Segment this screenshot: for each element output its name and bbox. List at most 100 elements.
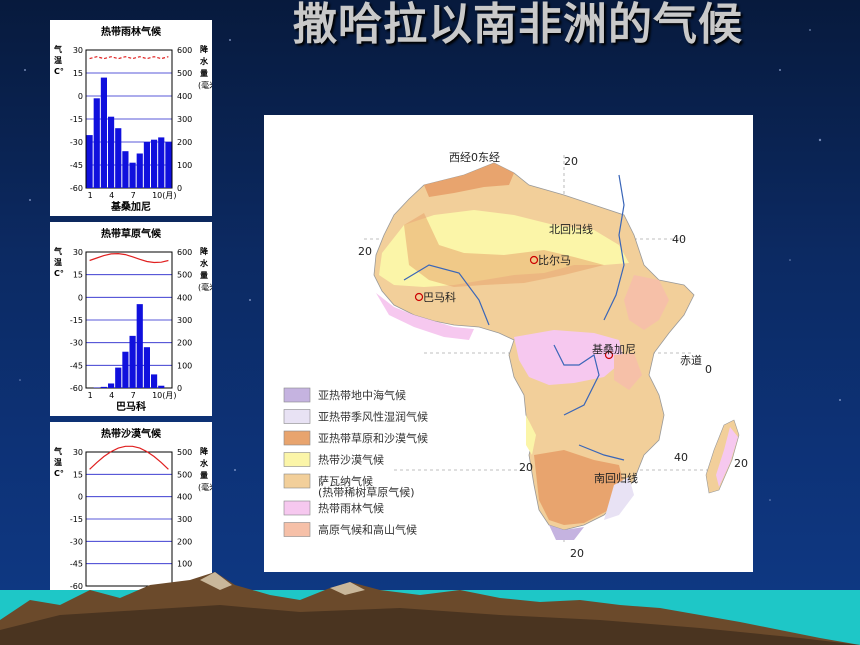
lat20-right-label: 20 [734, 457, 748, 470]
precip-bar [108, 383, 115, 388]
month-tick: 1 [88, 391, 93, 400]
right-axis-label: 水 [199, 258, 209, 268]
left-axis-label: 温 [54, 257, 62, 267]
temperature-curve [89, 56, 169, 60]
panel-title: 热带雨林气候 [101, 25, 162, 38]
temp-tick: -30 [70, 138, 83, 147]
right-unit-label: (毫米) [198, 282, 212, 292]
temperature-curve [89, 252, 169, 264]
legend-swatch [283, 452, 311, 467]
precip-tick: 500 [177, 69, 192, 78]
precip-tick: 100 [177, 161, 192, 170]
city-label-bilma: 比尔马 [538, 254, 571, 267]
temp-tick: 15 [73, 271, 83, 280]
left-axis-label: 温 [54, 457, 62, 467]
chart-svg-1: 热带草原气候气温 C° 降水量 (毫米) 30 600 15 500 0 400 -15 300 -30… [53, 227, 212, 413]
panel-caption: 巴马科 [116, 400, 146, 413]
temp-tick: -45 [70, 361, 83, 370]
temp-tick: -30 [70, 339, 83, 348]
left-axis-label: C° [54, 469, 64, 478]
precip-tick: 400 [177, 293, 192, 302]
right-axis-label: 水 [199, 458, 209, 468]
temp-tick: -30 [70, 537, 83, 546]
equator-label: 赤道 [680, 353, 702, 367]
temp-tick: -15 [70, 316, 83, 325]
temp-tick: -60 [70, 184, 83, 193]
africa-climate-map: 比尔马 巴马科 基桑加尼 西经0东经 20 北回归线 40 20 赤道 0 20… [264, 115, 753, 572]
lon40-label: 40 [672, 233, 686, 246]
precip-tick: 400 [177, 92, 192, 101]
tropic-capricorn-label: 南回归线 [594, 471, 638, 485]
precip-bar [115, 367, 122, 388]
temperature-curve [89, 445, 169, 470]
precip-tick: 100 [177, 361, 192, 370]
precip-bar [100, 77, 107, 188]
city-label-kisangani: 基桑加尼 [592, 343, 636, 356]
temp-tick: 30 [73, 248, 83, 257]
legend-label: 亚热带地中海气候 [318, 388, 406, 402]
precip-bar [136, 153, 143, 188]
precip-tick: 600 [177, 46, 192, 55]
legend-label: 亚热带季风性湿润气候 [318, 410, 428, 424]
lon20-bottom-label: 20 [570, 547, 584, 560]
right-unit-label: (毫米) [198, 482, 212, 492]
right-axis-label: 水 [199, 56, 209, 66]
panel-title: 热带草原气候 [101, 227, 162, 240]
city-label-bamako: 巴马科 [423, 290, 456, 304]
precip-tick: 200 [177, 138, 192, 147]
legend-swatch [283, 473, 311, 489]
legend-swatch [283, 522, 311, 537]
month-tick: 10(月) [152, 191, 176, 200]
right-axis-label: 降 [200, 446, 209, 456]
precip-bar [100, 386, 107, 388]
precip-bar [136, 304, 143, 388]
tropic-cancer-label: 北回归线 [549, 222, 593, 236]
map-legend: 亚热带地中海气候亚热带季风性湿润气候亚热带草原和沙漠气候热带沙漠气候萨瓦纳气候(… [283, 387, 428, 537]
left-axis-label: 气 [53, 44, 62, 54]
legend-swatch [283, 387, 311, 403]
precip-bar [115, 128, 122, 188]
temp-tick: 0 [78, 92, 83, 101]
legend-label: 亚热带草原和沙漠气候 [318, 431, 428, 445]
precip-tick: 0 [177, 184, 182, 193]
temp-tick: 0 [78, 293, 83, 302]
precip-tick: 200 [177, 537, 192, 546]
legend-label: 热带沙漠气候 [318, 453, 384, 467]
precip-bar [151, 139, 158, 188]
month-tick: 7 [131, 191, 136, 200]
month-tick: 7 [131, 391, 136, 400]
legend-label: 热带雨林气候 [318, 501, 384, 515]
precip-bar [86, 135, 93, 188]
month-tick: 4 [109, 191, 114, 200]
precip-bar [122, 351, 129, 388]
meridian-label: 西经0东经 [449, 151, 500, 164]
panel-title: 热带沙漠气候 [101, 427, 162, 440]
precip-tick: 400 [177, 493, 192, 502]
precip-bar [108, 116, 115, 188]
precip-bar [151, 374, 158, 388]
right-unit-label: (毫米) [198, 80, 212, 90]
legend-label: 高原气候和高山气候 [318, 523, 417, 537]
precip-bar [143, 347, 150, 388]
map-svg: 比尔马 巴马科 基桑加尼 西经0东经 20 北回归线 40 20 赤道 0 20… [283, 151, 748, 560]
climate-chart-savanna: 热带草原气候气温 C° 降水量 (毫米) 30 600 15 500 0 400 -15 300 -30… [50, 222, 212, 416]
month-tick: 1 [88, 191, 93, 200]
right-axis-label: 量 [200, 270, 208, 280]
right-axis-label: 量 [200, 68, 208, 78]
precip-tick: 500 [177, 448, 192, 457]
temp-tick: 15 [73, 69, 83, 78]
temp-tick: 30 [73, 448, 83, 457]
temp-tick: -15 [70, 515, 83, 524]
left-axis-label: C° [54, 269, 64, 278]
legend-sublabel: (热带稀树草原气候) [318, 485, 415, 499]
precip-tick: 300 [177, 316, 192, 325]
precip-bar [165, 142, 172, 188]
left-axis-label: 气 [53, 446, 62, 456]
precip-tick: 0 [177, 384, 182, 393]
page-title: 撒哈拉以南非洲的气候 [293, 0, 743, 50]
right-axis-label: 降 [200, 44, 209, 54]
left-axis-label: 温 [54, 55, 62, 65]
panel-caption: 基桑加尼 [110, 200, 151, 213]
equator-zero-label: 0 [705, 363, 712, 376]
lat20-left-label: 20 [358, 245, 372, 258]
